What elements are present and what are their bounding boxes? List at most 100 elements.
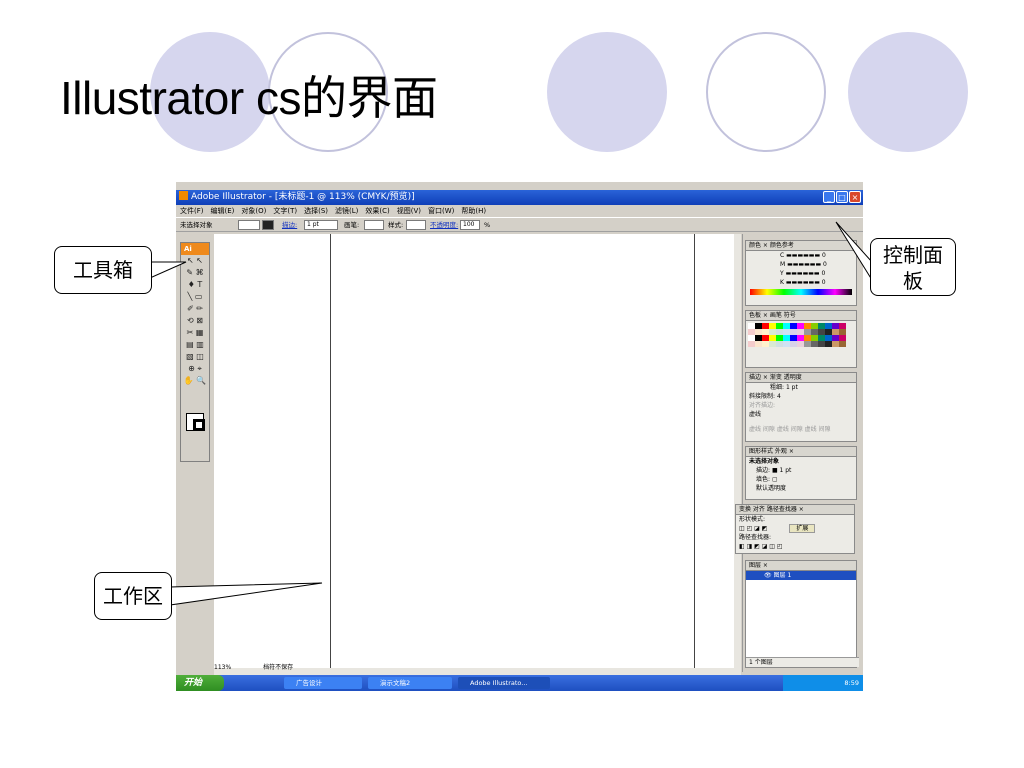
appearance-panel: 图形样式 外观 × 未选择对象 描边: ■ 1 pt 填色: ▢ 默认透明度 <box>745 446 857 500</box>
swatch[interactable] <box>832 341 839 347</box>
swatch[interactable] <box>748 341 755 347</box>
miter-row: 斜接限制: 4 <box>749 393 781 400</box>
tool-pen-type[interactable]: ♦ T <box>181 279 209 291</box>
stroke-swatch-select[interactable] <box>262 220 274 230</box>
swatch[interactable] <box>790 341 797 347</box>
menu-effect[interactable]: 效果(C) <box>365 205 389 217</box>
slide-title: Illustrator cs的界面 <box>60 72 438 124</box>
window-titlebar: Adobe Illustrator - [未标题-1 @ 113% (CMYK/… <box>176 190 863 205</box>
color-channel-m: M ▬▬▬▬▬▬ 0 <box>780 261 827 268</box>
appearance-stroke-row: 描边: ■ 1 pt <box>756 467 792 474</box>
close-button[interactable]: × <box>849 191 861 203</box>
canvas-area[interactable] <box>214 234 734 668</box>
tool-line-rectangle[interactable]: ╲ ▭ <box>181 291 209 303</box>
swatch-grid[interactable] <box>748 323 854 347</box>
menu-view[interactable]: 视图(V) <box>397 205 421 217</box>
menu-type[interactable]: 文字(T) <box>273 205 297 217</box>
pathfinder-panel-tabs[interactable]: 变换 对齐 路径查找器 × <box>736 505 854 515</box>
stroke-weight-input[interactable]: 1 pt <box>786 384 798 391</box>
swatches-panel: 色板 × 画笔 符号 <box>745 310 857 368</box>
swatch[interactable] <box>776 341 783 347</box>
illustrator-app-icon <box>179 191 188 200</box>
workspace-callout: 工作区 <box>94 572 172 620</box>
miter-input[interactable]: 4 <box>777 393 781 400</box>
tool-mesh-gradient[interactable]: ▤ ▥ <box>181 339 209 351</box>
menu-object[interactable]: 对象(O) <box>241 205 266 217</box>
start-button[interactable]: 开始 <box>176 675 224 691</box>
color-panel: 颜色 × 颜色参考 C ▬▬▬▬▬▬ 0 M ▬▬▬▬▬▬ 0 Y ▬▬▬▬▬▬… <box>745 240 857 306</box>
appearance-title: 未选择对象 <box>749 458 780 465</box>
menu-select[interactable]: 选择(S) <box>304 205 328 217</box>
minimize-button[interactable]: _ <box>823 191 835 203</box>
pathfinders-label: 路径查找器: <box>739 534 772 541</box>
zoom-level[interactable]: 113% <box>214 664 231 671</box>
panel-dock: 颜色 × 颜色参考 C ▬▬▬▬▬▬ 0 M ▬▬▬▬▬▬ 0 Y ▬▬▬▬▬▬… <box>735 234 860 672</box>
opacity-field[interactable]: 100 <box>460 220 480 230</box>
menu-file[interactable]: 文件(F) <box>180 205 204 217</box>
stroke-label[interactable]: 描边: <box>282 218 297 233</box>
artboard[interactable] <box>330 234 695 668</box>
swatch[interactable] <box>804 341 811 347</box>
decor-circle-4 <box>706 32 826 152</box>
selection-status: 未选择对象 <box>180 221 213 229</box>
tool-eyedropper-blend[interactable]: ▧ ◫ <box>181 351 209 363</box>
opacity-label[interactable]: 不透明度: <box>430 218 458 233</box>
expand-button[interactable]: 扩展 <box>789 524 816 533</box>
pathfinder-panel: 变换 对齐 路径查找器 × 形状模式: ◫ ◰ ◪ ◩ 扩展 路径查找器: ◧ … <box>735 504 855 554</box>
stroke-panel-tabs[interactable]: 描边 × 渐变 透明度 <box>746 373 856 383</box>
brush-select[interactable] <box>364 220 384 230</box>
decor-circle-3 <box>547 32 667 152</box>
swatches-panel-tabs[interactable]: 色板 × 画笔 符号 <box>746 311 856 321</box>
swatch[interactable] <box>783 341 790 347</box>
dashed-line-checkbox[interactable]: 虚线 <box>746 410 856 419</box>
swatch[interactable] <box>762 341 769 347</box>
tool-hand-zoom[interactable]: ✋ 🔍 <box>181 375 209 387</box>
tool-brush-pencil[interactable]: ✐ ✏ <box>181 303 209 315</box>
tool-slice-scissors[interactable]: ⊕ ⌖ <box>181 363 209 375</box>
style-select[interactable] <box>406 220 426 230</box>
swatch[interactable] <box>825 341 832 347</box>
clock: 8:59 <box>844 679 859 687</box>
control-bar: 未选择对象 描边: 1 pt 画笔: 样式: 不透明度: 100 % <box>176 217 863 232</box>
menu-edit[interactable]: 编辑(E) <box>211 205 235 217</box>
swatch[interactable] <box>797 341 804 347</box>
window-controls: _ □ × <box>823 191 861 203</box>
maximize-button[interactable]: □ <box>836 191 848 203</box>
layer-row[interactable]: 👁 图层 1 <box>746 571 856 580</box>
swatch[interactable] <box>818 341 825 347</box>
appearance-panel-tabs[interactable]: 图形样式 外观 × <box>746 447 856 457</box>
brush-label: 画笔: <box>344 221 360 229</box>
swatch[interactable] <box>755 341 762 347</box>
tool-rotate-scale[interactable]: ⟲ ⊠ <box>181 315 209 327</box>
eye-icon[interactable]: 👁 <box>764 572 772 579</box>
stroke-color-swatch[interactable] <box>193 419 205 431</box>
system-tray: 8:59 <box>783 675 863 691</box>
layers-footer: 1 个图层 <box>746 657 859 667</box>
color-channel-c: C ▬▬▬▬▬▬ 0 <box>780 252 826 259</box>
menu-filter[interactable]: 滤镜(L) <box>335 205 358 217</box>
swatch[interactable] <box>811 341 818 347</box>
tool-selection[interactable]: ↖ ↖ <box>181 255 209 267</box>
vertical-scrollbar[interactable] <box>734 234 741 668</box>
tool-magic-wand[interactable]: ✎ ⌘ <box>181 267 209 279</box>
layers-panel-tabs[interactable]: 图层 × <box>746 561 856 571</box>
taskbar-item-illustrator[interactable]: Adobe Illustrato... <box>458 677 550 689</box>
tool-warp-graph[interactable]: ✂ ▦ <box>181 327 209 339</box>
status-bar: 113% 档符不保存 <box>214 662 404 673</box>
windows-taskbar: 开始 广告设计 演示文稿2 Adobe Illustrato... 8:59 <box>176 675 863 691</box>
stroke-panel: 描边 × 渐变 透明度 粗细: 1 pt 斜接限制: 4 对齐描边: 虚线 虚线… <box>745 372 857 442</box>
taskbar-item-ad-design[interactable]: 广告设计 <box>284 677 362 689</box>
fill-swatch-select[interactable] <box>238 220 260 230</box>
color-panel-tabs[interactable]: 颜色 × 颜色参考 <box>746 241 856 251</box>
dash-gap-labels: 虚线 间隙 虚线 间隙 虚线 间隙 <box>749 426 831 433</box>
menu-window[interactable]: 窗口(W) <box>428 205 454 217</box>
layer-name: 图层 1 <box>773 572 792 579</box>
color-spectrum[interactable] <box>750 289 852 295</box>
pathfinder-buttons[interactable]: ◧ ◨ ◩ ◪ ◫ ◰ <box>736 542 854 551</box>
taskbar-item-presentation[interactable]: 演示文稿2 <box>368 677 452 689</box>
swatch[interactable] <box>769 341 776 347</box>
menu-help[interactable]: 帮助(H) <box>461 205 486 217</box>
stroke-weight-field[interactable]: 1 pt <box>304 220 338 230</box>
swatch[interactable] <box>839 341 846 347</box>
appearance-fill-row: 填色: ▢ <box>756 476 778 483</box>
